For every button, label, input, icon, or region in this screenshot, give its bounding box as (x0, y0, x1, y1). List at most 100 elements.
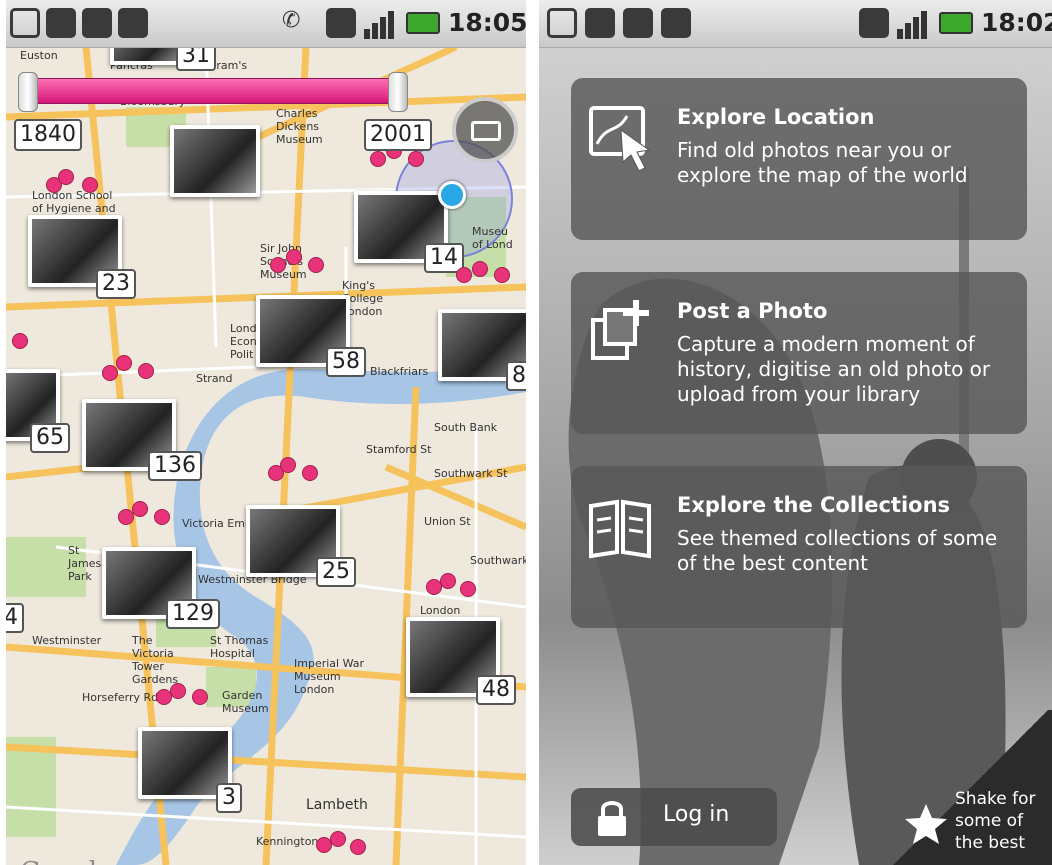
photo-pin[interactable] (102, 365, 118, 381)
photo-count-badge: 25 (316, 557, 356, 587)
battery-charging-icon (939, 12, 973, 34)
phone-icon: ✆ (282, 8, 301, 33)
map-view[interactable]: Euston Pancras Coram's Bloomsbury Charle… (6, 47, 526, 865)
card-description: Find old photos near you or explore the … (677, 138, 968, 187)
gmail-icon (10, 8, 40, 38)
photo-count-badge: 31 (176, 47, 216, 71)
map-label: Strand (196, 372, 233, 385)
photo-pin[interactable] (270, 257, 286, 273)
lock-icon (598, 801, 626, 836)
map-label: Kennington (256, 835, 319, 848)
map-label: St Thomas Hospital (210, 634, 269, 660)
add-photo-icon (591, 300, 649, 360)
year-range-slider[interactable] (18, 72, 408, 112)
photo-pin[interactable] (494, 267, 510, 283)
map-label: Charles Dickens Museum (276, 107, 323, 146)
photo-pin[interactable] (82, 177, 98, 193)
start-year-handle[interactable] (18, 72, 38, 112)
my-location-dot (438, 181, 466, 209)
layers-icon (471, 121, 501, 141)
gmail-icon (547, 8, 577, 38)
shake-hint[interactable]: Shake for some of the best (889, 710, 1052, 865)
star-icon (905, 804, 947, 844)
photo-pin[interactable] (370, 151, 386, 167)
usb-icon (82, 8, 112, 38)
photo-pin[interactable] (170, 683, 186, 699)
google-attribution: Google (20, 857, 112, 865)
photo-pin[interactable] (440, 573, 456, 589)
shake-text: Shake for some of the best (955, 789, 1036, 853)
end-year-handle[interactable] (388, 72, 408, 112)
layers-button[interactable] (452, 97, 518, 163)
status-time: 18:05 (448, 8, 526, 37)
login-button[interactable]: Log in (571, 788, 777, 846)
card-title: Post a Photo (677, 299, 828, 323)
map-label: London School of Hygiene and (32, 189, 116, 215)
explore-collections-card[interactable]: Explore the Collections See themed colle… (571, 466, 1027, 628)
photo-count-badge: 48 (476, 675, 516, 705)
year-range-track (28, 78, 398, 104)
map-label: Southwark (470, 554, 526, 567)
status-bar: ✆ 18:05 (6, 0, 526, 48)
map-label: Southwark St (434, 467, 508, 480)
photo-pin[interactable] (472, 261, 488, 277)
photo-pin[interactable] (12, 333, 28, 349)
photo-count-badge: 58 (326, 347, 366, 377)
photo-cluster-thumb[interactable] (170, 125, 260, 197)
photo-pin[interactable] (132, 501, 148, 517)
battery-charging-icon (406, 12, 440, 34)
card-title: Explore Location (677, 105, 875, 129)
map-label: The Victoria Tower Gardens (132, 634, 179, 686)
photo-pin[interactable] (280, 457, 296, 473)
photo-pin[interactable] (154, 509, 170, 525)
photo-pin[interactable] (286, 249, 302, 265)
3g-icon (326, 8, 356, 38)
signal-icon (364, 11, 394, 39)
open-book-icon (589, 499, 651, 559)
market-bag-icon (46, 8, 76, 38)
android-debug-icon (661, 8, 691, 38)
photo-pin[interactable] (138, 363, 154, 379)
photo-pin[interactable] (116, 355, 132, 371)
login-label: Log in (663, 802, 730, 827)
map-cursor-icon (589, 106, 651, 172)
photo-pin[interactable] (192, 689, 208, 705)
explore-location-card[interactable]: Explore Location Find old photos near yo… (571, 78, 1027, 240)
signal-icon (897, 11, 927, 39)
market-bag-icon (585, 8, 615, 38)
photo-pin[interactable] (350, 839, 366, 855)
post-photo-card[interactable]: Post a Photo Capture a modern moment of … (571, 272, 1027, 434)
map-label: Museu of Lond (472, 225, 513, 251)
map-label: Blackfriars (370, 365, 429, 378)
map-label: Lambeth (306, 797, 368, 813)
photo-pin[interactable] (330, 831, 346, 847)
card-description: See themed collections of some of the be… (677, 526, 998, 575)
photo-pin[interactable] (308, 257, 324, 273)
status-bar: 18:02 (539, 0, 1052, 48)
usb-icon (623, 8, 653, 38)
map-label: Stamford St (366, 443, 432, 456)
card-description: Capture a modern moment of history, digi… (677, 332, 991, 406)
end-year-label: 2001 (364, 119, 432, 151)
photo-pin[interactable] (460, 581, 476, 597)
photo-count-badge: 65 (30, 423, 70, 453)
map-label: Horseferry Rd (82, 691, 159, 704)
map-label: Victoria Emb (182, 517, 252, 530)
android-debug-icon (118, 8, 148, 38)
map-label: Westminster (32, 634, 102, 647)
photo-pin[interactable] (408, 151, 424, 167)
photo-pin[interactable] (302, 465, 318, 481)
map-label: Union St (424, 515, 471, 528)
map-label: King's College London (342, 279, 384, 318)
photo-count-badge: 129 (166, 599, 220, 629)
photo-count-badge: 23 (96, 269, 136, 299)
start-year-label: 1840 (14, 119, 82, 151)
map-label: Garden Museum (222, 689, 269, 715)
photo-count-badge: 8 (506, 361, 526, 391)
photo-count-badge: 3 (216, 783, 242, 813)
photo-pin[interactable] (58, 169, 74, 185)
map-label: Imperial War Museum London (294, 657, 365, 696)
photo-count-badge: 136 (148, 451, 202, 481)
photo-count-badge: 4 (6, 603, 24, 633)
photo-pin[interactable] (456, 267, 472, 283)
